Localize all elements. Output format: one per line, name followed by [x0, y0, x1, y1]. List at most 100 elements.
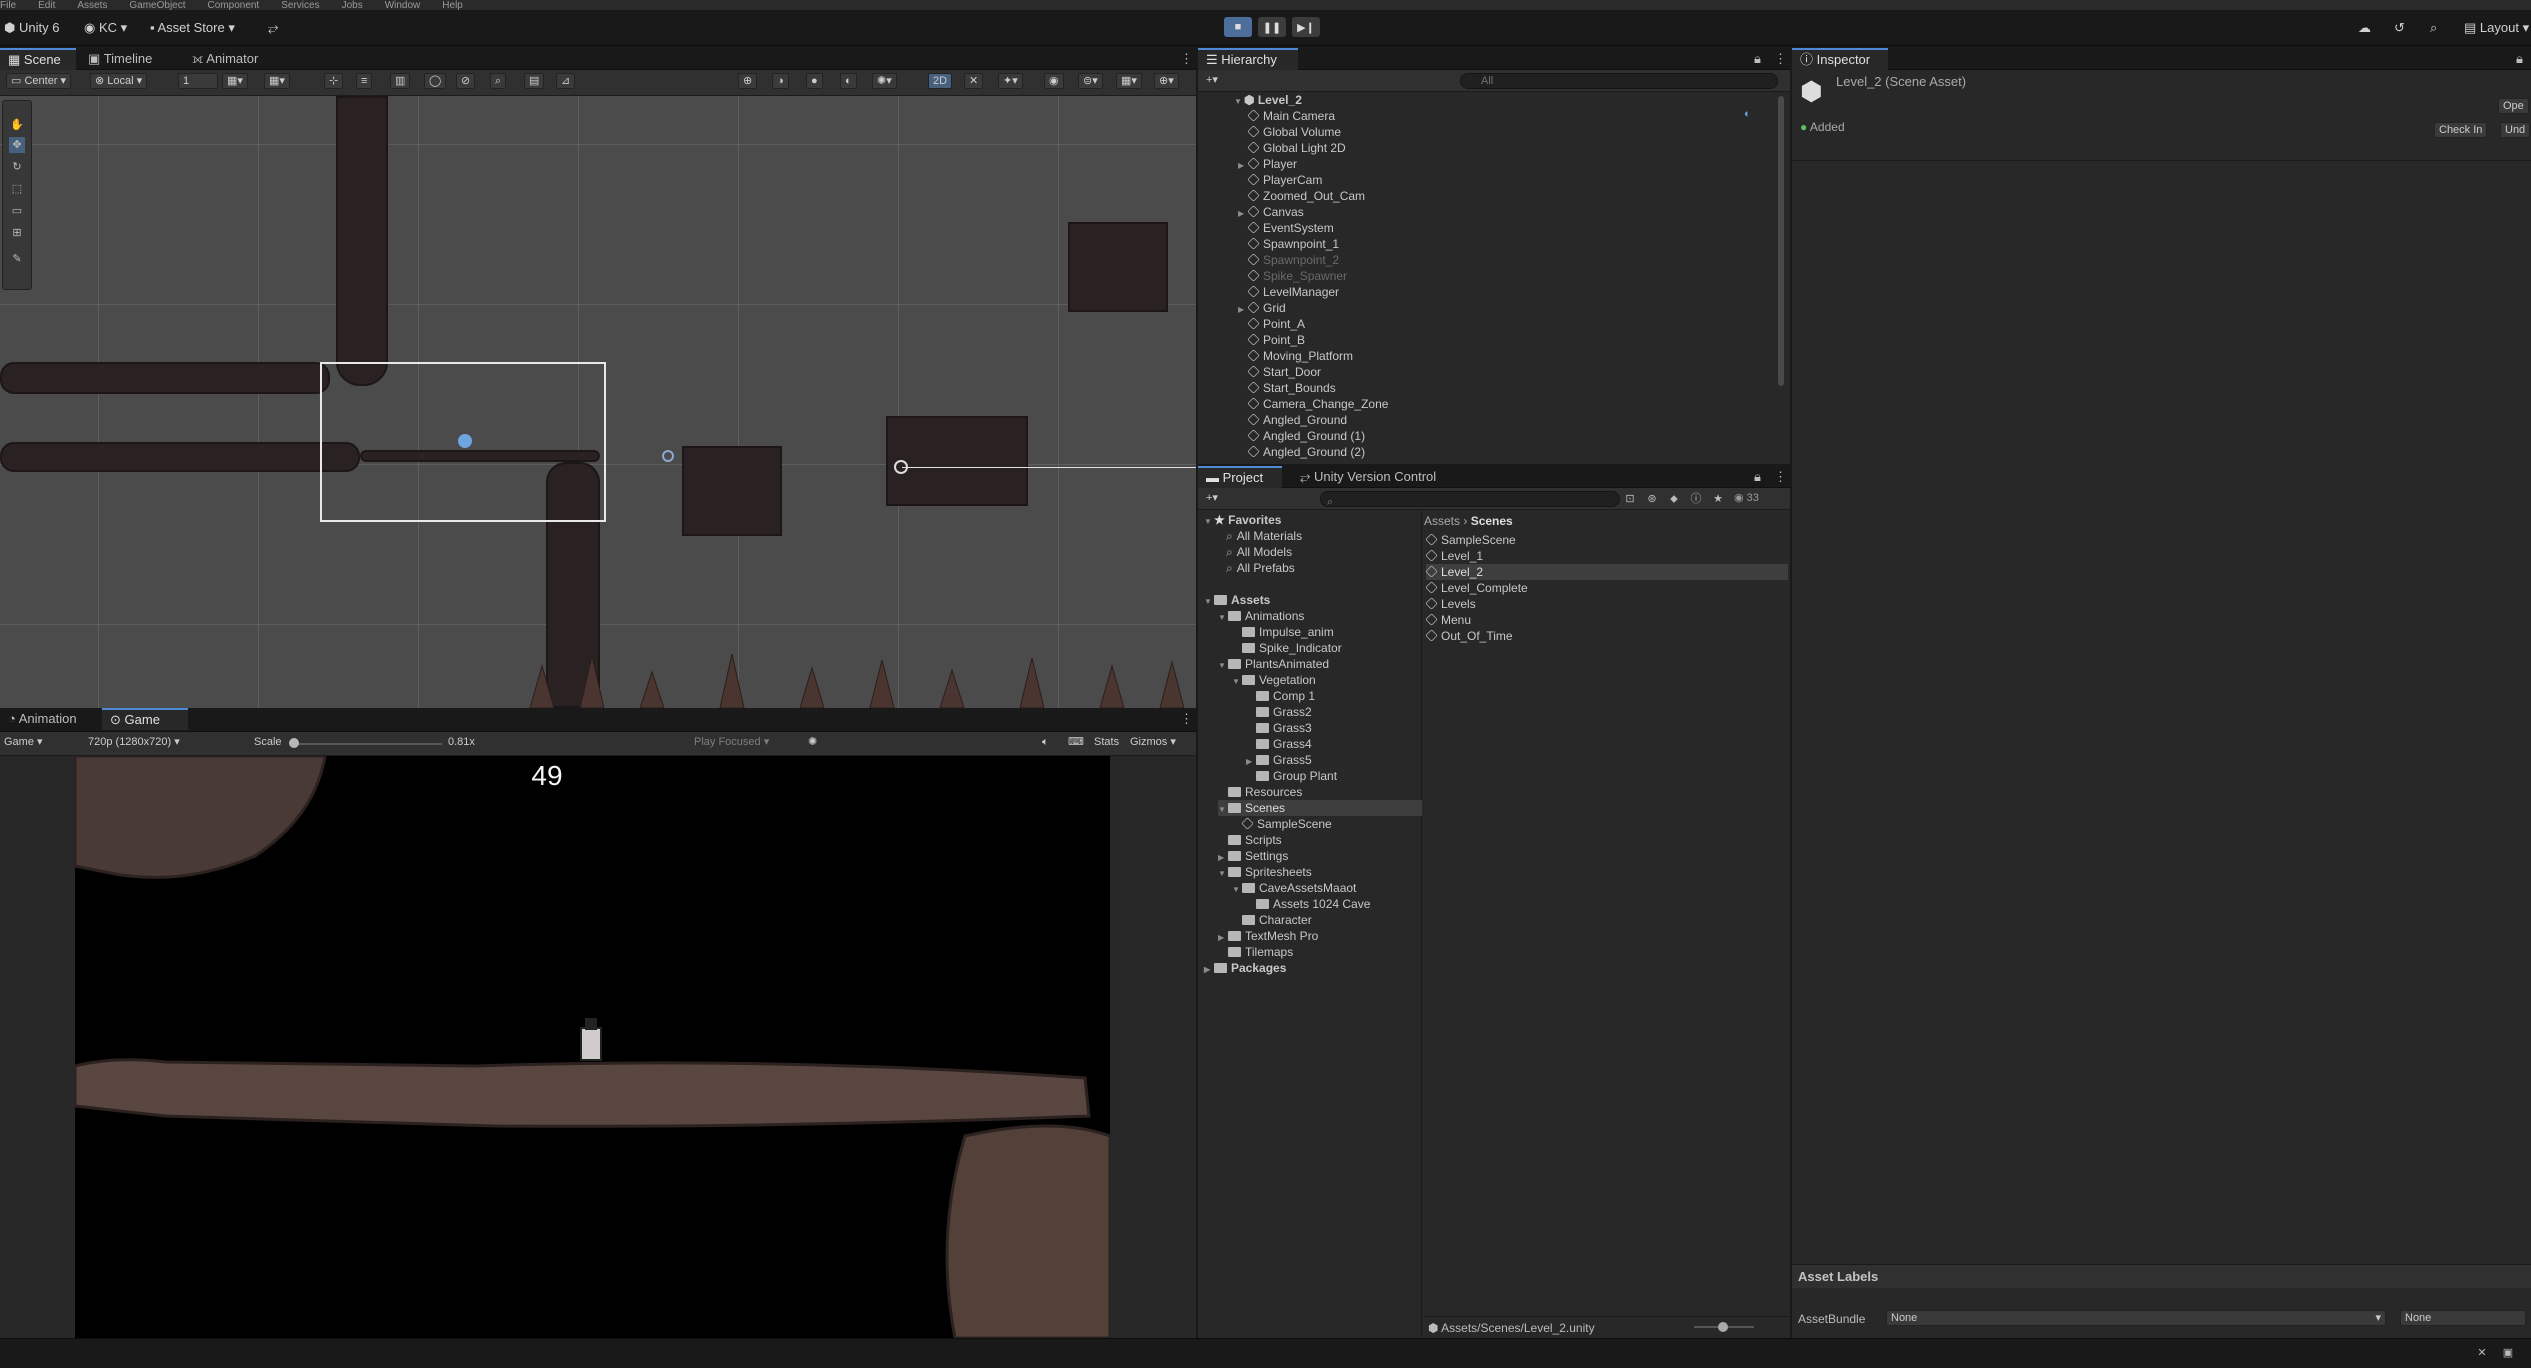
hierarchy-item[interactable]: Moving_Platform — [1238, 348, 1353, 364]
folder-tree-item[interactable]: Resources — [1218, 784, 1302, 800]
expand-arrow-icon[interactable]: ▼ — [1232, 882, 1242, 898]
audio-icon[interactable]: ✕ — [964, 73, 984, 89]
folder-tree-item[interactable]: Grass3 — [1246, 720, 1312, 736]
asset-store-button[interactable]: ▪ Asset Store ▾ — [150, 18, 235, 38]
tab-timeline[interactable]: ▣ Timeline — [80, 48, 160, 70]
snap-value[interactable]: 1 — [178, 73, 218, 89]
rect-tool-icon[interactable]: ▭ — [9, 203, 25, 219]
tab-version-control[interactable]: ⥂ Unity Version Control — [1292, 466, 1444, 488]
favorite-item[interactable]: ⌕ All Prefabs — [1226, 560, 1295, 576]
scene-panel-menu-icon[interactable]: ⋮ — [1172, 48, 1196, 70]
add-button[interactable]: +▾ — [1202, 73, 1222, 89]
folder-tree-item[interactable]: Scripts — [1218, 832, 1282, 848]
hierarchy-scrollbar[interactable] — [1778, 96, 1784, 386]
expand-arrow-icon[interactable]: ▼ — [1218, 610, 1228, 626]
vsync-icon[interactable]: ✺ — [804, 735, 821, 751]
pause-button[interactable]: ❚❚ — [1258, 17, 1286, 37]
unity-logo-button[interactable]: ⬢ Unity 6 — [4, 18, 59, 38]
file-item[interactable]: Out_Of_Time — [1425, 628, 1513, 644]
hierarchy-item[interactable]: Spike_Spawner — [1238, 268, 1347, 284]
folder-tree-item[interactable]: ▶ Grass5 — [1246, 752, 1312, 768]
snap-surface-icon[interactable]: ▥ — [390, 73, 411, 89]
gizmos-icon[interactable]: ⊕▾ — [1154, 73, 1179, 89]
folder-tree-item[interactable]: Grass2 — [1246, 704, 1312, 720]
version-control-icon[interactable]: ⥂ — [268, 18, 278, 38]
hierarchy-item[interactable]: Global Light 2D — [1238, 140, 1346, 156]
keyboard-icon[interactable]: ⌨ — [1064, 735, 1088, 751]
hierarchy-item[interactable]: Angled_Ground (2) — [1238, 444, 1365, 460]
stats-button[interactable]: Stats — [1090, 735, 1123, 751]
scale-slider-handle[interactable] — [289, 738, 299, 748]
menu-item-edit[interactable]: Edit — [38, 1, 55, 11]
open-button[interactable]: Ope — [2498, 98, 2529, 114]
hierarchy-item[interactable]: EventSystem — [1238, 220, 1334, 236]
check-in-button[interactable]: Check In — [2434, 122, 2488, 138]
file-item[interactable]: Levels — [1425, 596, 1476, 612]
hierarchy-item[interactable]: Spawnpoint_1 — [1238, 236, 1339, 252]
layers-toggle-icon[interactable]: ▦▾ — [1116, 73, 1142, 89]
hierarchy-item[interactable]: Spawnpoint_2 — [1238, 252, 1339, 268]
console-icon[interactable]: ▣ — [2500, 1345, 2516, 1361]
tab-animator[interactable]: ⟗ Animator — [184, 48, 266, 70]
menu-item-window[interactable]: Window — [385, 1, 421, 11]
grid-visibility-icon[interactable]: ▦▾ — [264, 73, 290, 89]
increment-snap-icon[interactable]: ⊹ — [324, 73, 344, 89]
folder-tree-item[interactable]: Group Plant — [1246, 768, 1337, 784]
space-dropdown[interactable]: ⊗ Local ▾ — [90, 73, 148, 89]
display-dropdown[interactable]: Game ▾ — [0, 735, 76, 751]
move-tool-icon[interactable]: ✥ — [9, 137, 25, 153]
menu-item-services[interactable]: Services — [281, 1, 319, 11]
tab-hierarchy[interactable]: ☰ Hierarchy — [1198, 48, 1298, 70]
menu-item-file[interactable]: File — [0, 1, 16, 11]
folder-tree-item[interactable]: ▼ Animations — [1218, 608, 1304, 624]
favorites-header[interactable]: ▼ ★ Favorites — [1204, 512, 1281, 528]
tab-animation[interactable]: ◔ Animation — [0, 708, 85, 730]
icon-size-handle[interactable] — [1718, 1322, 1728, 1332]
hierarchy-item[interactable]: Zoomed_Out_Cam — [1238, 188, 1365, 204]
play-mode-dropdown[interactable]: Play Focused ▾ — [690, 735, 773, 751]
align-icon[interactable]: ≡ — [356, 73, 373, 89]
hierarchy-item[interactable]: ▶ Player — [1238, 156, 1297, 172]
collider-icon[interactable]: ⊘ — [456, 73, 476, 89]
camera-icon[interactable]: ⊜▾ — [1078, 73, 1103, 89]
pivot-dropdown[interactable]: ▭ Center ▾ — [6, 73, 72, 89]
menu-item-gameobject[interactable]: GameObject — [129, 1, 185, 11]
hierarchy-item[interactable]: LevelManager — [1238, 284, 1339, 300]
folder-tree-item[interactable]: ▶ TextMesh Pro — [1218, 928, 1318, 944]
shading-icon[interactable]: ⊕ — [738, 73, 758, 89]
project-search-input[interactable]: ⌕ — [1320, 491, 1620, 508]
rotate-snap-icon[interactable]: ◯ — [424, 73, 447, 89]
folder-tree-item[interactable]: SampleScene — [1232, 816, 1332, 832]
expand-arrow-icon[interactable]: ▼ — [1232, 674, 1242, 690]
file-item[interactable]: Menu — [1425, 612, 1471, 628]
expand-arrow-icon[interactable]: ▼ — [1218, 802, 1228, 818]
transform-tool-icon[interactable]: ⊞ — [9, 225, 25, 241]
menu-item-help[interactable]: Help — [442, 1, 463, 11]
folder-tree-item[interactable]: Impulse_anim — [1232, 624, 1334, 640]
menu-item-jobs[interactable]: Jobs — [342, 1, 363, 11]
expand-arrow-icon[interactable]: ▼ — [1218, 658, 1228, 674]
undo-button[interactable]: Und — [2500, 122, 2531, 138]
layout-dropdown[interactable]: ▤ Layout ▾ — [2464, 18, 2529, 38]
tab-project[interactable]: ▬ Project — [1198, 466, 1282, 488]
file-item[interactable]: Level_1 — [1425, 548, 1483, 564]
view-tool-icon[interactable]: ✋ — [9, 117, 25, 133]
file-item[interactable]: Level_2 — [1425, 564, 1788, 580]
breadcrumb-scenes[interactable]: Scenes — [1471, 514, 1513, 528]
project-menu-icon[interactable]: ⋮ — [1766, 466, 1790, 488]
tab-game[interactable]: ⊙ Game — [102, 708, 188, 730]
hierarchy-item[interactable]: Main Camera — [1238, 108, 1335, 124]
inspector-lock-icon[interactable]: 🔒︎ — [2508, 48, 2531, 70]
hierarchy-item[interactable]: ▶ Canvas — [1238, 204, 1304, 220]
camera-visibility-icon[interactable]: ◐ — [1744, 108, 1751, 120]
lighting-icon[interactable]: ◐ — [840, 73, 857, 89]
folder-tree-item[interactable]: Assets 1024 Cave — [1246, 896, 1370, 912]
scale-tool-icon[interactable]: ⬚ — [9, 181, 25, 197]
folder-tree-item[interactable]: Grass4 — [1246, 736, 1312, 752]
favorite-star-icon[interactable]: ★ — [1710, 491, 1726, 507]
effects-icon[interactable]: ✺▾ — [872, 73, 897, 89]
play-button[interactable]: ■ — [1224, 17, 1252, 37]
visibility-icon[interactable]: ◉ — [1044, 73, 1064, 89]
hierarchy-item[interactable]: Start_Door — [1238, 364, 1321, 380]
game-view[interactable]: 49 — [75, 756, 1110, 1338]
